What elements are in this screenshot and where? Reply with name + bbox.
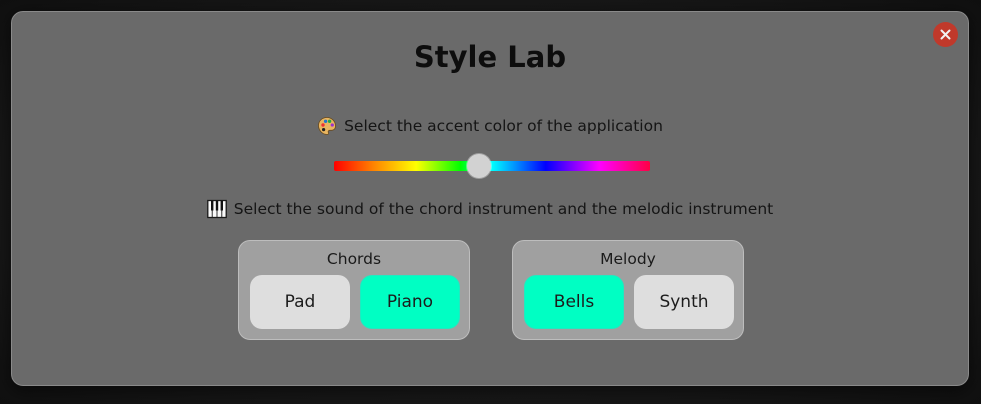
melody-group: Melody Bells Synth <box>512 240 744 340</box>
melody-option-synth[interactable]: Synth <box>634 275 734 329</box>
chords-option-pad[interactable]: Pad <box>250 275 350 329</box>
accent-color-row: Select the accent color of the applicati… <box>12 116 968 136</box>
chords-option-piano[interactable]: Piano <box>360 275 460 329</box>
piano-keys-icon <box>206 199 227 219</box>
melody-option-bells[interactable]: Bells <box>524 275 624 329</box>
sound-label: Select the sound of the chord instrument… <box>233 200 774 218</box>
accent-color-label: Select the accent color of the applicati… <box>344 117 663 135</box>
style-lab-modal: Style Lab Select the accent color of the… <box>11 11 969 386</box>
chords-group: Chords Pad Piano <box>238 240 470 340</box>
close-icon <box>940 29 951 40</box>
modal-title: Style Lab <box>413 40 567 74</box>
sound-row: Select the sound of the chord instrument… <box>12 199 968 219</box>
slider-thumb[interactable] <box>467 154 492 178</box>
accent-color-slider[interactable] <box>334 154 650 178</box>
chords-title: Chords <box>326 250 382 268</box>
palette-icon <box>317 116 337 136</box>
melody-title: Melody <box>600 250 656 268</box>
